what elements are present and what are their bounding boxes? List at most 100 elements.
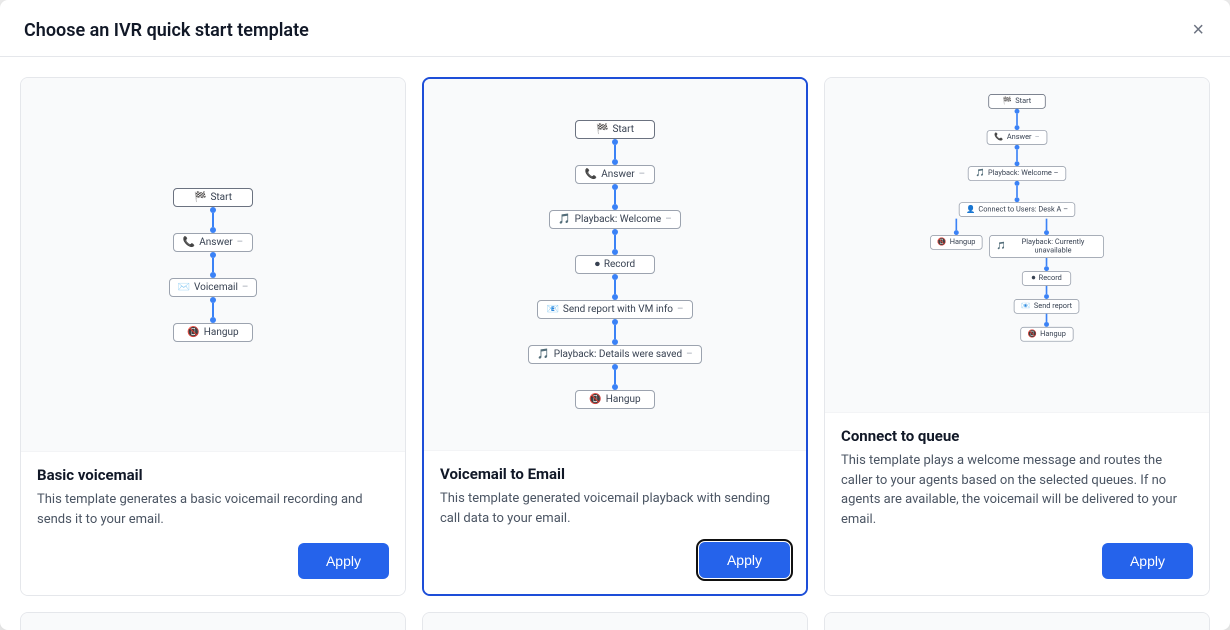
connector — [210, 207, 216, 233]
send-icon: 📧 — [1021, 302, 1030, 310]
line — [1016, 114, 1018, 125]
close-button[interactable]: × — [1190, 18, 1206, 42]
connector — [210, 252, 216, 278]
template-card-partial-3: 🏁 Start — [824, 612, 1210, 630]
templates-grid: 🏁 Start 📞 Answer – — [20, 77, 1210, 630]
dot — [210, 272, 216, 278]
flow-node-hangup: 📵 Hangup — [575, 390, 655, 409]
hangup-icon: 📵 — [937, 238, 946, 246]
line — [614, 190, 616, 204]
card-title: Connect to queue — [841, 427, 1193, 445]
playback2-icon: 🎵 — [997, 242, 1006, 250]
start-icon: 🏁 — [194, 192, 206, 203]
line — [212, 303, 214, 317]
flow-node-answer: 📞 Answer – — [987, 130, 1047, 145]
playback2-icon: 🎵 — [537, 349, 549, 360]
card-title: Basic voicemail — [37, 466, 389, 484]
template-card-partial-1: 🏁 Start — [20, 612, 406, 630]
voicemail-icon: ✉️ — [178, 282, 190, 293]
connector — [612, 229, 618, 255]
line — [614, 235, 616, 249]
line — [614, 325, 616, 339]
card-desc: This template plays a welcome message an… — [841, 451, 1193, 529]
answer-icon: 📞 — [183, 237, 195, 248]
connector — [612, 274, 618, 300]
flow-node-start: 🏁 Start — [173, 188, 253, 207]
flow-node-playback-unavailable: 🎵 Playback: Currently unavailable — [989, 235, 1104, 258]
card-diagram-partial: 🏁 Start — [423, 613, 807, 630]
hangup-icon: 📵 — [589, 394, 601, 405]
connector — [612, 364, 618, 390]
hangup-icon: 📵 — [187, 327, 199, 338]
flow-diagram: 🏁 Start 📞 Answer – — [169, 188, 258, 342]
template-card-connect-to-queue: 🏁 Start 📞 Answer — [824, 77, 1210, 596]
answer-icon: 📞 — [585, 169, 597, 180]
card-diagram-partial: 🏁 Start — [21, 613, 405, 630]
apply-button-connect-to-queue[interactable]: Apply — [1102, 543, 1193, 579]
modal: Choose an IVR quick start template × 🏁 S… — [0, 0, 1230, 630]
record-icon: ⏺ — [1032, 274, 1036, 282]
flow-diagram: 🏁 Start 📞 Answer – — [528, 120, 701, 409]
card-diagram: 🏁 Start 📞 Answer – — [424, 79, 806, 450]
apply-button-basic-voicemail[interactable]: Apply — [298, 543, 389, 579]
line — [614, 370, 616, 384]
connector — [1015, 181, 1020, 202]
card-desc: This template generates a basic voicemai… — [37, 490, 389, 529]
modal-header: Choose an IVR quick start template × — [0, 0, 1230, 57]
card-diagram: 🏁 Start 📞 Answer – — [21, 78, 405, 451]
flow-node-playback-welcome: 🎵 Playback: Welcome – — [968, 166, 1066, 181]
card-desc: This template generated voicemail playba… — [440, 489, 790, 528]
flow-node-send-report-branch: 📧 Send report — [1014, 299, 1080, 314]
card-diagram-queue: 🏁 Start 📞 Answer — [825, 78, 1209, 412]
flow-node-start: 🏁 Start — [575, 120, 655, 139]
card-footer: Connect to queue This template plays a w… — [825, 412, 1209, 595]
flow-node-playback-details: 🎵 Playback: Details were saved – — [528, 345, 701, 364]
line — [614, 280, 616, 294]
flow-node-hangup-branch: 📵 Hangup — [930, 235, 983, 250]
answer-icon: 📞 — [994, 133, 1003, 141]
line — [212, 213, 214, 227]
dot — [210, 227, 216, 233]
connector — [612, 184, 618, 210]
start-icon: 🏁 — [1003, 97, 1012, 105]
card-footer: Basic voicemail This template generates … — [21, 451, 405, 595]
line — [614, 145, 616, 159]
playback-icon: 🎵 — [558, 214, 570, 225]
line — [1016, 150, 1018, 161]
flow-node-voicemail: ✉️ Voicemail – — [169, 278, 258, 297]
start-icon: 🏁 — [596, 124, 608, 135]
dot — [210, 317, 216, 323]
flow-node-connect-users: 👤 Connect to Users: Desk A – — [959, 202, 1076, 217]
flow-node-answer: 📞 Answer – — [575, 165, 655, 184]
flow-diagram-queue: 🏁 Start 📞 Answer — [873, 94, 1162, 342]
card-title: Voicemail to Email — [440, 465, 790, 483]
connector — [1015, 145, 1020, 166]
connector — [612, 319, 618, 345]
card-diagram-partial: 🏁 Start — [825, 613, 1209, 630]
flow-node-send-report: 📧 Send report with VM info – — [537, 300, 692, 319]
modal-body: 🏁 Start 📞 Answer – — [0, 57, 1230, 630]
playback-icon: 🎵 — [975, 169, 984, 177]
template-card-basic-voicemail: 🏁 Start 📞 Answer – — [20, 77, 406, 596]
template-card-voicemail-to-email: 🏁 Start 📞 Answer – — [422, 77, 808, 596]
connector — [1015, 109, 1020, 130]
send-icon: 📧 — [546, 304, 558, 315]
template-card-partial-2: 🏁 Start — [422, 612, 808, 630]
hangup-icon: 📵 — [1028, 330, 1037, 338]
flow-node-record: ⏺ Record — [575, 255, 655, 274]
line — [1016, 186, 1018, 197]
card-footer: Voicemail to Email This template generat… — [424, 450, 806, 594]
line — [212, 258, 214, 272]
connector — [210, 297, 216, 323]
connector — [612, 139, 618, 165]
flow-node-playback-welcome: 🎵 Playback: Welcome – — [549, 210, 681, 229]
apply-button-voicemail-to-email[interactable]: Apply — [699, 542, 790, 578]
flow-node-record-branch: ⏺ Record — [1022, 271, 1071, 286]
flow-node-hangup: 📵 Hangup — [173, 323, 253, 342]
flow-node-hangup-right: 📵 Hangup — [1020, 327, 1073, 342]
record-icon: ⏺ — [595, 259, 600, 270]
flow-node-start: 🏁 Start — [988, 94, 1045, 109]
modal-title: Choose an IVR quick start template — [24, 20, 309, 41]
flow-node-answer: 📞 Answer – — [173, 233, 253, 252]
users-icon: 👤 — [966, 206, 975, 214]
